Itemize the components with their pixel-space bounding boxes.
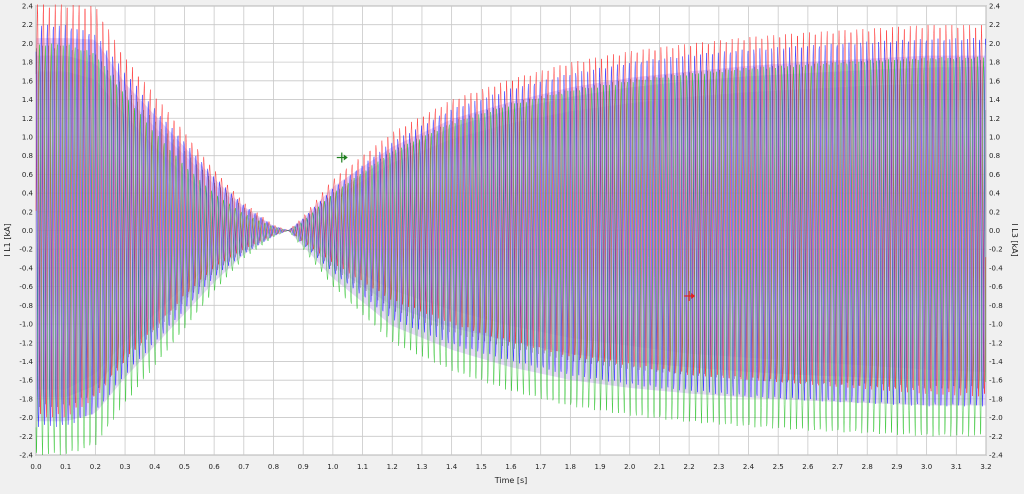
left-y-tick-label: -0.6	[19, 283, 33, 291]
left-y-tick-label: -1.2	[19, 339, 33, 347]
x-tick-label: 0.3	[119, 463, 130, 471]
x-tick-label: 1.4	[446, 463, 458, 471]
right-y-tick-label: 2.2	[989, 21, 1000, 29]
right-y-tick-label: -0.2	[989, 246, 1003, 254]
x-tick-label: 3.0	[921, 463, 932, 471]
x-tick-label: 2.5	[773, 463, 784, 471]
left-y-tick-label: -1.4	[19, 358, 33, 366]
x-tick-label: 1.3	[416, 463, 427, 471]
x-tick-label: 2.1	[654, 463, 665, 471]
right-y-tick-label: 1.0	[989, 133, 1000, 141]
right-y-tick-label: -2.4	[989, 452, 1003, 460]
x-tick-label: 0.5	[179, 463, 190, 471]
x-tick-label: 3.2	[980, 463, 991, 471]
left-y-tick-label: -0.4	[19, 264, 33, 272]
left-y-tick-label: -1.8	[19, 395, 33, 403]
right-y-tick-label: -1.4	[989, 358, 1003, 366]
chart-canvas: 2.4 2.2 2.0 1.8 1.6 1.4 1.2 1.0 0.8 0.6 0.4 0.2 0.0 -…	[0, 0, 1024, 490]
left-y-tick-label: 2.0	[22, 40, 33, 48]
right-y-tick-label: 0.6	[989, 171, 1001, 179]
x-tick-label: 1.0	[327, 463, 338, 471]
x-tick-label: 0.8	[268, 463, 279, 471]
left-y-tick-label: 1.6	[22, 77, 34, 85]
right-y-tick-label: -2.2	[989, 433, 1003, 441]
x-tick-label: 1.9	[594, 463, 605, 471]
right-y-tick-label: -0.4	[989, 264, 1003, 272]
x-tick-label: 1.7	[535, 463, 546, 471]
x-tick-label: 2.9	[891, 463, 902, 471]
x-tick-label: 2.4	[743, 463, 755, 471]
x-tick-label: 1.8	[565, 463, 576, 471]
right-y-tick-label: 1.4	[989, 96, 1001, 104]
right-y-tick-label: 0.4	[989, 190, 1001, 198]
left-y-tick-label: -2.2	[19, 433, 33, 441]
x-tick-label: 1.1	[357, 463, 368, 471]
left-y-tick-label: 2.4	[22, 3, 34, 11]
left-y-tick-label: -2.4	[19, 452, 33, 460]
right-y-tick-label: 2.0	[989, 40, 1000, 48]
right-y-tick-label: -0.6	[989, 283, 1003, 291]
x-tick-label: 2.7	[832, 463, 843, 471]
left-y-tick-label: -0.2	[19, 246, 33, 254]
right-y-tick-label: -2.0	[989, 414, 1003, 422]
x-tick-label: 1.5	[476, 463, 487, 471]
left-y-tick-label: -2.0	[19, 414, 33, 422]
left-y-tick-label: 0.6	[22, 171, 34, 179]
x-tick-label: 0.1	[60, 463, 71, 471]
x-tick-label: 2.2	[684, 463, 695, 471]
x-tick-label: 2.8	[862, 463, 873, 471]
x-tick-label: 0.4	[149, 463, 161, 471]
left-y-axis-title: I L1 [kA]	[3, 223, 12, 256]
x-tick-label: 1.6	[505, 463, 517, 471]
left-y-tick-label: 1.4	[22, 96, 34, 104]
right-y-tick-label: 1.8	[989, 59, 1000, 67]
x-tick-label: 2.3	[713, 463, 724, 471]
x-tick-label: 0.2	[90, 463, 101, 471]
left-y-tick-label: 1.8	[22, 59, 33, 67]
x-tick-label: 2.6	[802, 463, 814, 471]
right-y-tick-label: 0.2	[989, 208, 1000, 216]
left-y-tick-label: 0.4	[22, 190, 34, 198]
right-y-tick-label: 0.0	[989, 227, 1000, 235]
left-y-tick-label: 0.2	[22, 208, 33, 216]
left-y-tick-label: 1.2	[22, 115, 33, 123]
x-tick-label: 0.6	[209, 463, 221, 471]
x-tick-label: 0.9	[298, 463, 309, 471]
right-y-axis-title: I L3 [kA]	[1010, 223, 1019, 256]
x-tick-label: 1.2	[387, 463, 398, 471]
x-tick-label: 0.7	[238, 463, 249, 471]
right-y-tick-label: 1.2	[989, 115, 1000, 123]
x-tick-label: 0.0	[30, 463, 41, 471]
right-y-tick-label: 0.8	[989, 152, 1000, 160]
left-y-tick-label: -1.0	[19, 321, 33, 329]
right-y-tick-label: 2.4	[989, 3, 1001, 11]
right-y-tick-label: -1.6	[989, 377, 1003, 385]
x-tick-label: 3.1	[951, 463, 962, 471]
left-y-tick-label: 2.2	[22, 21, 33, 29]
left-y-tick-label: -0.8	[19, 302, 33, 310]
left-y-tick-label: 0.8	[22, 152, 33, 160]
left-y-tick-label: 0.0	[22, 227, 33, 235]
left-y-tick-label: -1.6	[19, 377, 33, 385]
left-y-tick-label: 1.0	[22, 133, 33, 141]
x-tick-label: 2.0	[624, 463, 635, 471]
right-y-tick-label: -0.8	[989, 302, 1003, 310]
right-y-tick-label: 1.6	[989, 77, 1001, 85]
right-y-tick-label: -1.0	[989, 321, 1003, 329]
x-axis-title: Time [s]	[494, 476, 528, 485]
current-waveform-chart: 2.4 2.2 2.0 1.8 1.6 1.4 1.2 1.0 0.8 0.6 0.4 0.2 0.0 -…	[0, 0, 1024, 490]
right-y-tick-label: -1.2	[989, 339, 1003, 347]
right-y-tick-label: -1.8	[989, 395, 1003, 403]
